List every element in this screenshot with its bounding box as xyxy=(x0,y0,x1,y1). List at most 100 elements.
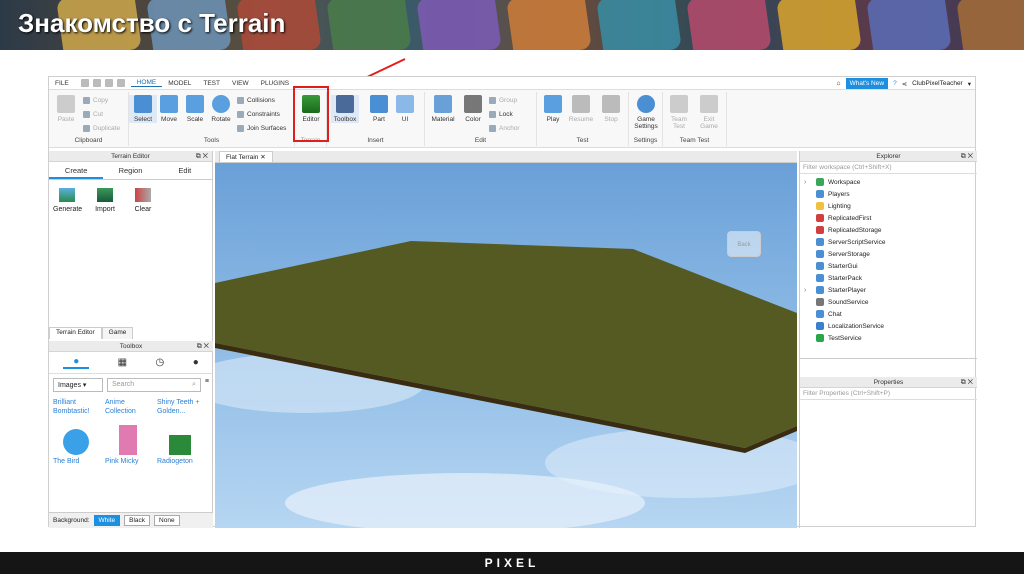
share-icon[interactable]: ⋖ xyxy=(902,80,907,88)
tab-region[interactable]: Region xyxy=(103,162,157,179)
test-group: Play Resume Stop Test xyxy=(537,92,629,146)
edit-label: Edit xyxy=(474,137,487,144)
color-button[interactable]: Color xyxy=(459,95,487,123)
tab-edit[interactable]: Edit xyxy=(158,162,212,179)
part-button[interactable]: Part xyxy=(365,95,393,123)
filter-icon[interactable]: ≡ xyxy=(205,378,209,392)
viewport-scene[interactable]: Back xyxy=(215,163,797,528)
redo-icon[interactable] xyxy=(104,79,113,87)
exit-game-button[interactable]: Exit Game xyxy=(695,95,723,130)
explorer-item[interactable]: StarterGui xyxy=(800,260,977,272)
explorer-item[interactable]: › Workspace xyxy=(800,176,977,188)
explorer-item[interactable]: TestService xyxy=(800,332,977,344)
lock-button[interactable]: Lock xyxy=(489,111,513,118)
generate-tool[interactable]: Generate xyxy=(53,188,82,213)
explorer-item-label: ServerScriptService xyxy=(828,238,886,246)
anchor-button[interactable]: Anchor xyxy=(489,125,520,132)
close-icon[interactable]: ⧉ ✕ xyxy=(961,151,973,162)
explorer-item[interactable]: SoundService xyxy=(800,296,977,308)
resume-button[interactable]: Resume xyxy=(567,95,595,123)
group-button[interactable]: Group xyxy=(489,97,517,104)
move-button[interactable]: Move xyxy=(155,95,183,123)
explorer-item[interactable]: › StarterPlayer xyxy=(800,284,977,296)
rotate-button[interactable]: Rotate xyxy=(207,95,235,123)
toolbox-item-micky[interactable]: Pink Micky xyxy=(105,425,151,466)
category-select[interactable]: Images ▾ xyxy=(53,378,103,392)
play-button[interactable]: Play xyxy=(539,95,567,123)
expand-chevron-icon[interactable]: › xyxy=(804,287,806,294)
expand-chevron-icon[interactable]: › xyxy=(804,179,806,186)
screenshot-icon[interactable] xyxy=(116,79,125,87)
clear-tool[interactable]: Clear xyxy=(129,188,157,213)
toolbox-item[interactable]: Anime Collection xyxy=(105,398,151,416)
import-tool[interactable]: Import xyxy=(91,188,119,213)
bg-none-option[interactable]: None xyxy=(154,515,180,526)
explorer-item-label: Lighting xyxy=(828,202,851,210)
undo-icon[interactable] xyxy=(92,79,101,87)
explorer-item[interactable]: ReplicatedFirst xyxy=(800,212,977,224)
explorer-item[interactable]: ReplicatedStorage xyxy=(800,224,977,236)
clipboard-group: Paste Copy Cut Duplicate Clipboard xyxy=(49,92,129,146)
clipboard-label: Clipboard xyxy=(74,137,103,144)
team-test-button[interactable]: Team Test xyxy=(665,95,693,130)
tab-view[interactable]: VIEW xyxy=(226,80,255,87)
help-icon[interactable]: ? xyxy=(893,80,897,87)
explorer-item[interactable]: StarterPack xyxy=(800,272,977,284)
toolbox-button[interactable]: Toolbox xyxy=(331,95,359,123)
collapse-icon[interactable]: ⌂ xyxy=(837,80,841,87)
whats-new-button[interactable]: What's New xyxy=(845,78,889,89)
menu-file[interactable]: FILE xyxy=(49,80,75,87)
bag-icon[interactable]: ● xyxy=(63,356,90,369)
bg-white-option[interactable]: White xyxy=(93,515,121,526)
save-icon[interactable] xyxy=(80,79,89,87)
join-surfaces-toggle[interactable]: Join Surfaces xyxy=(237,125,286,132)
close-icon[interactable]: ⧉ ✕ xyxy=(197,341,209,352)
toolbox-item-radio[interactable]: Radiogeton xyxy=(157,435,203,466)
explorer-item-label: StarterPlayer xyxy=(828,286,866,294)
copy-button[interactable]: Copy xyxy=(83,97,108,104)
grid-icon[interactable]: ▦ xyxy=(118,357,127,368)
constraints-toggle[interactable]: Constraints xyxy=(237,111,280,118)
chevron-down-icon[interactable]: ▾ xyxy=(968,80,971,88)
close-icon[interactable]: ⧉ ✕ xyxy=(961,377,973,388)
material-button[interactable]: Material xyxy=(429,95,457,123)
search-input[interactable]: Search ⌕ xyxy=(107,378,201,392)
explorer-item[interactable]: ServerStorage xyxy=(800,248,977,260)
tab-model[interactable]: MODEL xyxy=(162,80,197,87)
collisions-toggle[interactable]: Collisions xyxy=(237,97,275,104)
search-icon[interactable]: ⌕ xyxy=(192,381,196,389)
duplicate-button[interactable]: Duplicate xyxy=(83,125,120,132)
toolbox-item[interactable]: Shiny Teeth + Golden... xyxy=(157,398,203,416)
tab-create[interactable]: Create xyxy=(49,162,104,179)
toolbox-items-row2: The Bird Pink Micky Radiogeton xyxy=(49,418,213,468)
clock-icon[interactable]: ◷ xyxy=(156,357,165,368)
scale-button[interactable]: Scale xyxy=(181,95,209,123)
explorer-item[interactable]: LocalizationService xyxy=(800,320,977,332)
highlight-box xyxy=(293,86,329,142)
bulb-icon[interactable]: ● xyxy=(193,357,199,368)
game-settings-button[interactable]: Game Settings xyxy=(632,95,660,130)
toolbox-item-bird[interactable]: The Bird xyxy=(53,429,99,466)
cut-button[interactable]: Cut xyxy=(83,111,103,118)
toolbox-item[interactable]: Brilliant Bombtastic! xyxy=(53,398,99,416)
ui-button[interactable]: UI xyxy=(391,95,419,123)
tab-terrain-editor[interactable]: Terrain Editor xyxy=(49,327,102,339)
view-cube[interactable]: Back xyxy=(727,231,761,257)
properties-filter-input[interactable]: Filter Properties (Ctrl+Shift+P) xyxy=(800,388,977,400)
explorer-item[interactable]: Lighting xyxy=(800,200,977,212)
tab-home[interactable]: HOME xyxy=(130,79,163,87)
explorer-item[interactable]: Chat xyxy=(800,308,977,320)
explorer-item[interactable]: ServerScriptService xyxy=(800,236,977,248)
tab-flat-terrain[interactable]: Flat Terrain ✕ xyxy=(219,151,273,162)
close-icon[interactable]: ⧉ ✕ xyxy=(196,151,208,162)
explorer-item[interactable]: Players xyxy=(800,188,977,200)
select-button[interactable]: Select xyxy=(129,95,157,123)
tab-game[interactable]: Game xyxy=(101,327,134,339)
user-name[interactable]: ClubPixelTeacher xyxy=(912,80,963,87)
tab-plugins[interactable]: PLUGINS xyxy=(255,80,296,87)
explorer-filter-input[interactable]: Filter workspace (Ctrl+Shift+X) xyxy=(800,162,977,174)
bg-black-option[interactable]: Black xyxy=(124,515,151,526)
paste-button[interactable]: Paste xyxy=(52,95,80,123)
tab-test[interactable]: TEST xyxy=(197,80,226,87)
stop-button[interactable]: Stop xyxy=(597,95,625,123)
